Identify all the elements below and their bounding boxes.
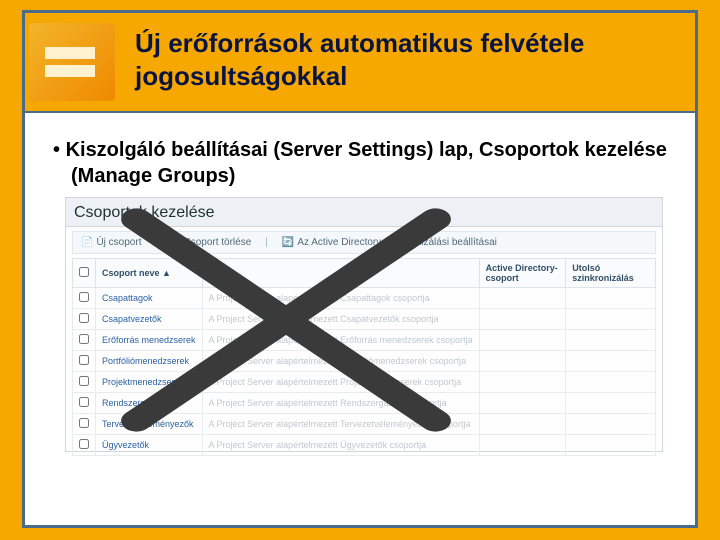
row-checkbox[interactable]: [73, 393, 96, 414]
row-checkbox[interactable]: [73, 330, 96, 351]
row-last: [566, 414, 656, 435]
slide-title: Új erőforrások automatikus felvétele jog…: [135, 27, 685, 92]
separator: |: [155, 237, 158, 248]
row-name[interactable]: Projektmenedzserek: [96, 372, 203, 393]
row-desc: A Project Server alapértelmezett Projekt…: [202, 372, 479, 393]
row-desc: A Project Server alapértelmezett Csapatt…: [202, 288, 479, 309]
bullet-text: Kiszolgáló beállításai (Server Settings)…: [53, 137, 677, 189]
row-ad: [479, 435, 566, 456]
row-last: [566, 309, 656, 330]
table-row[interactable]: CsapatvezetőkA Project Server alapértelm…: [73, 309, 656, 330]
row-name[interactable]: Csapattagok: [96, 288, 203, 309]
separator: |: [265, 237, 268, 248]
logo-icon: [29, 23, 115, 101]
table-row[interactable]: PortfóliómenedzserekA Project Server ala…: [73, 351, 656, 372]
new-group-button[interactable]: 📄 Új csoport: [81, 237, 141, 248]
row-last: [566, 351, 656, 372]
ad-sync-button[interactable]: 🔄 Az Active Directory szinkronizálási be…: [282, 237, 497, 248]
table-row[interactable]: CsapattagokA Project Server alapértelmez…: [73, 288, 656, 309]
row-last: [566, 393, 656, 414]
slide-header: Új erőforrások automatikus felvétele jog…: [25, 13, 695, 113]
delete-group-button[interactable]: ✖ Csoport törlése: [172, 237, 251, 248]
row-desc: A Project Server alapértelmezett Terveze…: [202, 414, 479, 435]
row-ad: [479, 393, 566, 414]
row-last: [566, 288, 656, 309]
row-checkbox[interactable]: [73, 372, 96, 393]
col-ad: Active Directory-csoport: [479, 259, 566, 288]
table-row[interactable]: Erőforrás menedzserekA Project Server al…: [73, 330, 656, 351]
col-name[interactable]: Csoport neve ▲: [96, 259, 203, 288]
row-name[interactable]: Tervezetvéleményezők: [96, 414, 203, 435]
table-row[interactable]: ProjektmenedzserekA Project Server alapé…: [73, 372, 656, 393]
row-ad: [479, 351, 566, 372]
col-check[interactable]: [73, 259, 96, 288]
table-row[interactable]: RendszergazdákA Project Server alapértel…: [73, 393, 656, 414]
row-last: [566, 435, 656, 456]
screenshot-panel: Csoportok kezelése 📄 Új csoport | ✖ Csop…: [65, 197, 663, 452]
row-desc: A Project Server alapértelmezett Erőforr…: [202, 330, 479, 351]
row-name[interactable]: Rendszergazdák: [96, 393, 203, 414]
row-checkbox[interactable]: [73, 435, 96, 456]
row-desc: A Project Server alapértelmezett Portfól…: [202, 351, 479, 372]
groups-table: Csoport neve ▲ Leírás Active Directory-c…: [72, 258, 656, 456]
row-ad: [479, 372, 566, 393]
row-checkbox[interactable]: [73, 414, 96, 435]
toolbar: 📄 Új csoport | ✖ Csoport törlése | 🔄 Az …: [72, 231, 656, 254]
col-desc: Leírás: [202, 259, 479, 288]
row-name[interactable]: Portfóliómenedzserek: [96, 351, 203, 372]
row-ad: [479, 330, 566, 351]
slide: Új erőforrások automatikus felvétele jog…: [22, 10, 698, 528]
slide-content: Kiszolgáló beállításai (Server Settings)…: [25, 113, 695, 462]
row-name[interactable]: Csapatvezetők: [96, 309, 203, 330]
row-desc: A Project Server alapértelmezett Rendsze…: [202, 393, 479, 414]
row-name[interactable]: Erőforrás menedzserek: [96, 330, 203, 351]
row-checkbox[interactable]: [73, 309, 96, 330]
row-last: [566, 330, 656, 351]
row-ad: [479, 414, 566, 435]
row-checkbox[interactable]: [73, 288, 96, 309]
col-last: Utolsó szinkronizálás: [566, 259, 656, 288]
table-row[interactable]: TervezetvéleményezőkA Project Server ala…: [73, 414, 656, 435]
table-header-row: Csoport neve ▲ Leírás Active Directory-c…: [73, 259, 656, 288]
row-desc: A Project Server alapértelmezett Csapatv…: [202, 309, 479, 330]
row-checkbox[interactable]: [73, 351, 96, 372]
panel-title: Csoportok kezelése: [66, 198, 662, 227]
row-last: [566, 372, 656, 393]
row-name[interactable]: Ügyvezetők: [96, 435, 203, 456]
row-ad: [479, 309, 566, 330]
row-ad: [479, 288, 566, 309]
table-row[interactable]: ÜgyvezetőkA Project Server alapértelmeze…: [73, 435, 656, 456]
row-desc: A Project Server alapértelmezett Ügyveze…: [202, 435, 479, 456]
